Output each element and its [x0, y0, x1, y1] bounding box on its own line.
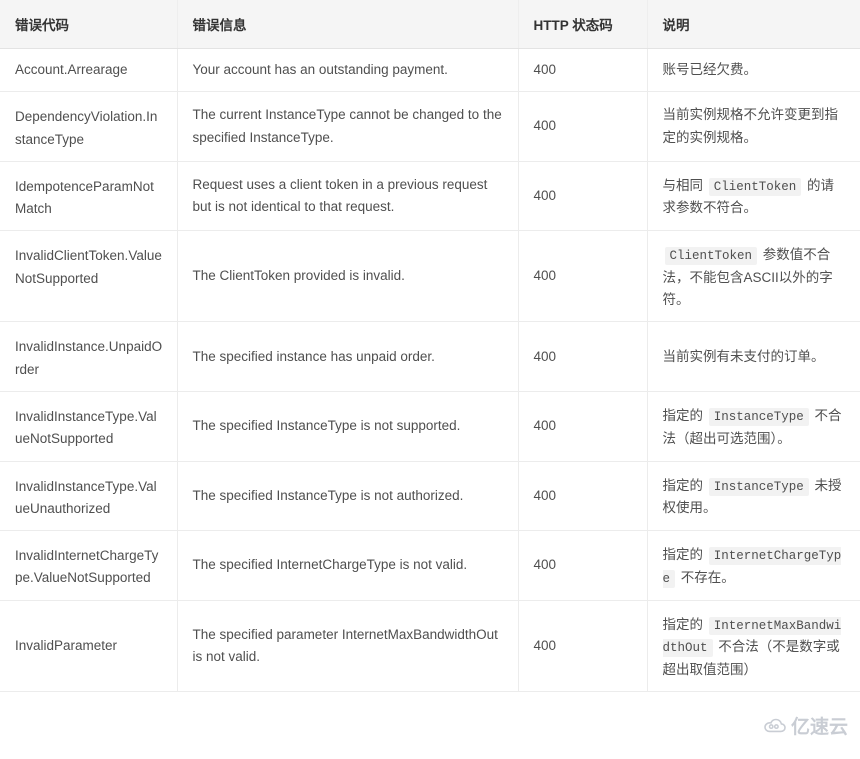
column-header-error-message: 错误信息: [177, 0, 519, 49]
cell-error-message: Your account has an outstanding payment.: [177, 48, 519, 93]
cell-description: 指定的 InternetMaxBandwidthOut 不合法（不是数字或超出取…: [647, 600, 860, 693]
table-row: InvalidInstanceType.ValueNotSupported The…: [0, 391, 860, 462]
cell-description: 当前实例有未支付的订单。: [647, 321, 860, 393]
table-body: Account.Arrearage Your account has an out…: [0, 48, 860, 693]
table-row: InvalidInstance.UnpaidOrder The specified…: [0, 321, 860, 393]
inline-code-token: ClientToken: [708, 177, 802, 196]
cell-error-code: Account.Arrearage: [0, 48, 178, 93]
table-row: Account.Arrearage Your account has an out…: [0, 48, 860, 93]
table-row: IdempotenceParamNotMatch Request uses a c…: [0, 161, 860, 232]
cell-error-code: InvalidInstance.UnpaidOrder: [0, 321, 178, 393]
table-header-row: 错误代码 错误信息 HTTP 状态码 说明: [0, 0, 860, 49]
description-text: 指定的: [662, 408, 707, 424]
column-header-description: 说明: [647, 0, 860, 49]
inline-code-token: ClientToken: [664, 247, 758, 266]
error-code-table: 错误代码 错误信息 HTTP 状态码 说明 Account.Arrearage Y…: [0, 0, 860, 693]
cell-error-message: The specified parameter InternetMaxBandw…: [177, 600, 519, 693]
table-header: 错误代码 错误信息 HTTP 状态码 说明: [0, 0, 860, 49]
description-text: 指定的: [662, 616, 707, 632]
cell-http-status: 400: [518, 321, 648, 393]
cell-error-message: The specified InternetChargeType is not …: [177, 530, 519, 601]
cell-http-status: 400: [518, 91, 648, 162]
cell-http-status: 400: [518, 530, 648, 601]
cell-http-status: 400: [518, 230, 648, 323]
column-header-http-status: HTTP 状态码: [518, 0, 648, 49]
cell-description: 指定的 InstanceType 未授权使用。: [647, 461, 860, 532]
inline-code-token: InstanceType: [708, 408, 809, 427]
cell-description: 指定的 InstanceType 不合法（超出可选范围）。: [647, 391, 860, 462]
column-header-error-code: 错误代码: [0, 0, 178, 49]
cell-error-message: The specified InstanceType is not suppor…: [177, 391, 519, 462]
cell-description: 与相同 ClientToken 的请求参数不符合。: [647, 161, 860, 232]
cell-error-message: The specified instance has unpaid order.: [177, 321, 519, 393]
cell-error-code: InvalidClientToken.ValueNotSupported: [0, 230, 178, 323]
cell-error-message: The specified InstanceType is not author…: [177, 461, 519, 532]
cell-error-code: InvalidInternetChargeType.ValueNotSuppor…: [0, 530, 178, 601]
cell-error-code: DependencyViolation.InstanceType: [0, 91, 178, 162]
cell-error-code: IdempotenceParamNotMatch: [0, 161, 178, 232]
table-row: InvalidClientToken.ValueNotSupported The …: [0, 230, 860, 323]
cell-error-message: Request uses a client token in a previou…: [177, 161, 519, 232]
cell-description: 账号已经欠费。: [647, 48, 860, 93]
cell-description: 当前实例规格不允许变更到指定的实例规格。: [647, 91, 860, 162]
description-text: 账号已经欠费。: [662, 62, 758, 77]
cell-http-status: 400: [518, 600, 648, 693]
cell-http-status: 400: [518, 48, 648, 93]
watermark-label: 亿速云: [790, 717, 848, 738]
site-watermark: 亿速云: [763, 712, 848, 739]
cell-error-code: InvalidInstanceType.ValueUnauthorized: [0, 461, 178, 532]
table-row: InvalidParameter The specified parameter …: [0, 600, 860, 693]
cell-error-message: The current InstanceType cannot be chang…: [177, 91, 519, 162]
description-text: 不存在。: [677, 569, 735, 585]
inline-code-token: InstanceType: [708, 477, 809, 496]
description-text: 当前实例有未支付的订单。: [662, 348, 825, 364]
cell-http-status: 400: [518, 461, 648, 532]
table-row: InvalidInternetChargeType.ValueNotSuppor…: [0, 530, 860, 601]
cell-http-status: 400: [518, 161, 648, 232]
cell-error-message: The ClientToken provided is invalid.: [177, 230, 519, 323]
cell-description: 指定的 InternetChargeType 不存在。: [647, 530, 860, 601]
cell-error-code: InvalidParameter: [0, 600, 178, 693]
description-text: 指定的: [662, 547, 707, 563]
cell-description: ClientToken 参数值不合法，不能包含ASCII以外的字符。: [647, 230, 860, 323]
description-text: 与相同: [662, 177, 707, 193]
description-text: 指定的: [662, 477, 707, 493]
cell-http-status: 400: [518, 391, 648, 462]
description-text: 当前实例规格不允许变更到指定的实例规格。: [662, 107, 839, 145]
table-row: DependencyViolation.InstanceType The curr…: [0, 91, 860, 162]
table-row: InvalidInstanceType.ValueUnauthorized The…: [0, 461, 860, 532]
cloud-icon: [763, 718, 787, 734]
cell-error-code: InvalidInstanceType.ValueNotSupported: [0, 391, 178, 462]
